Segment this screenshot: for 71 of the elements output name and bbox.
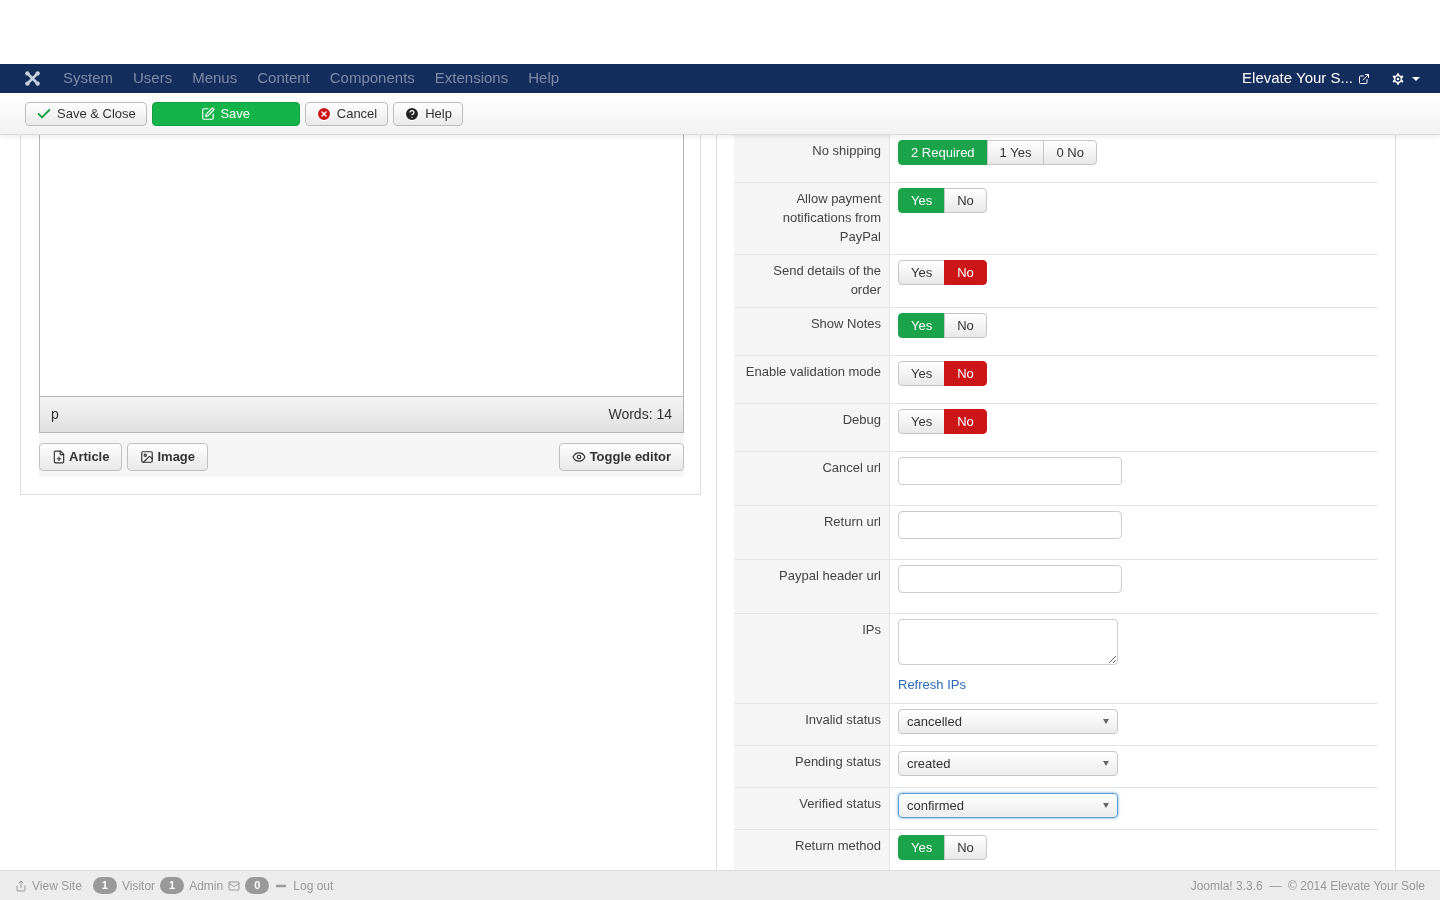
visitor-label: Visitor <box>121 877 156 895</box>
toggle-option[interactable]: No <box>944 361 987 386</box>
field-label: Verified status <box>799 796 881 811</box>
text-field[interactable] <box>898 565 1122 593</box>
select-dropdown[interactable]: created <box>898 751 1118 776</box>
toggle-option[interactable]: No <box>944 313 987 338</box>
menu-item[interactable]: Menus <box>182 67 248 90</box>
toggle-editor-button[interactable]: Toggle editor <box>558 443 684 471</box>
toggle-option[interactable]: No <box>944 409 987 434</box>
toggle-option[interactable]: Yes <box>898 361 946 386</box>
menu-item[interactable]: Content <box>247 67 320 90</box>
menu-item[interactable]: Users <box>123 67 183 90</box>
toggle-option[interactable]: 1 Yes <box>986 140 1045 165</box>
field-label: Pending status <box>795 754 881 769</box>
toolbar-button[interactable]: Help <box>393 101 463 126</box>
field-label: Show Notes <box>810 316 881 331</box>
share-icon <box>15 879 27 892</box>
select-dropdown[interactable]: confirmed <box>898 793 1118 818</box>
toggle-option[interactable]: 0 No <box>1043 140 1097 165</box>
field-label: Invalid status <box>805 712 881 727</box>
menu-item[interactable]: Components <box>319 67 425 90</box>
settings-icon <box>1390 70 1406 87</box>
element-path: p <box>51 405 59 424</box>
field-label: IPs <box>862 622 881 637</box>
text-field[interactable] <box>898 511 1122 539</box>
count-badge: 0 <box>245 877 270 894</box>
field-label: Return url <box>823 514 881 529</box>
editor-button[interactable]: Image <box>127 443 209 471</box>
text-area[interactable] <box>898 619 1118 665</box>
settings-menu-button[interactable] <box>1390 70 1420 87</box>
site-link[interactable]: Elevate Your S... <box>1242 67 1370 90</box>
field-label: Enable validation mode <box>745 364 881 379</box>
toggle-option[interactable]: No <box>944 260 987 285</box>
file-icon <box>52 450 66 464</box>
field-label: Debug <box>842 412 881 427</box>
toolbar-button[interactable]: Cancel <box>304 101 389 126</box>
field-label: Return method <box>795 838 881 853</box>
eye-icon <box>571 450 586 464</box>
image-icon <box>140 450 155 464</box>
edit-icon <box>201 106 216 121</box>
count-badge: 1 <box>92 877 117 894</box>
word-count: Words: 14 <box>608 405 672 424</box>
admin-label: Admin <box>189 877 224 895</box>
menu-item[interactable]: System <box>53 67 123 90</box>
mail-icon <box>228 879 241 892</box>
version-text: Joomla! 3.3.6 — © 2014 Elevate Your Sole <box>1190 877 1425 895</box>
count-badge: 1 <box>160 877 185 894</box>
menu-item[interactable]: Extensions <box>424 67 519 90</box>
caret-icon <box>1103 719 1109 724</box>
toggle-option[interactable]: No <box>944 188 987 213</box>
select-dropdown[interactable]: cancelled <box>898 709 1118 734</box>
field-label: Send details of the order <box>773 263 881 297</box>
toolbar-button[interactable]: Save & Close <box>25 101 147 126</box>
caret-icon <box>1103 761 1109 766</box>
close-icon <box>315 105 332 122</box>
field-label: Paypal header url <box>779 568 881 583</box>
help-icon <box>404 105 421 122</box>
logo-icon <box>24 70 41 87</box>
caret-icon <box>1103 803 1109 808</box>
editor-button[interactable]: Article <box>39 443 123 471</box>
toggle-option[interactable]: Yes <box>898 409 946 434</box>
field-label: No shipping <box>812 143 881 158</box>
toggle-option[interactable]: No <box>944 835 987 860</box>
caret-icon <box>1412 76 1420 81</box>
toggle-option[interactable]: Yes <box>898 260 946 285</box>
external-link-icon <box>1358 72 1370 85</box>
field-label: Cancel url <box>822 460 881 475</box>
menu-item[interactable]: Help <box>518 67 570 90</box>
field-label: Allow payment notifications from PayPal <box>782 191 881 244</box>
refresh-link[interactable]: Refresh IPs <box>898 675 1118 695</box>
text-field[interactable] <box>898 457 1122 485</box>
